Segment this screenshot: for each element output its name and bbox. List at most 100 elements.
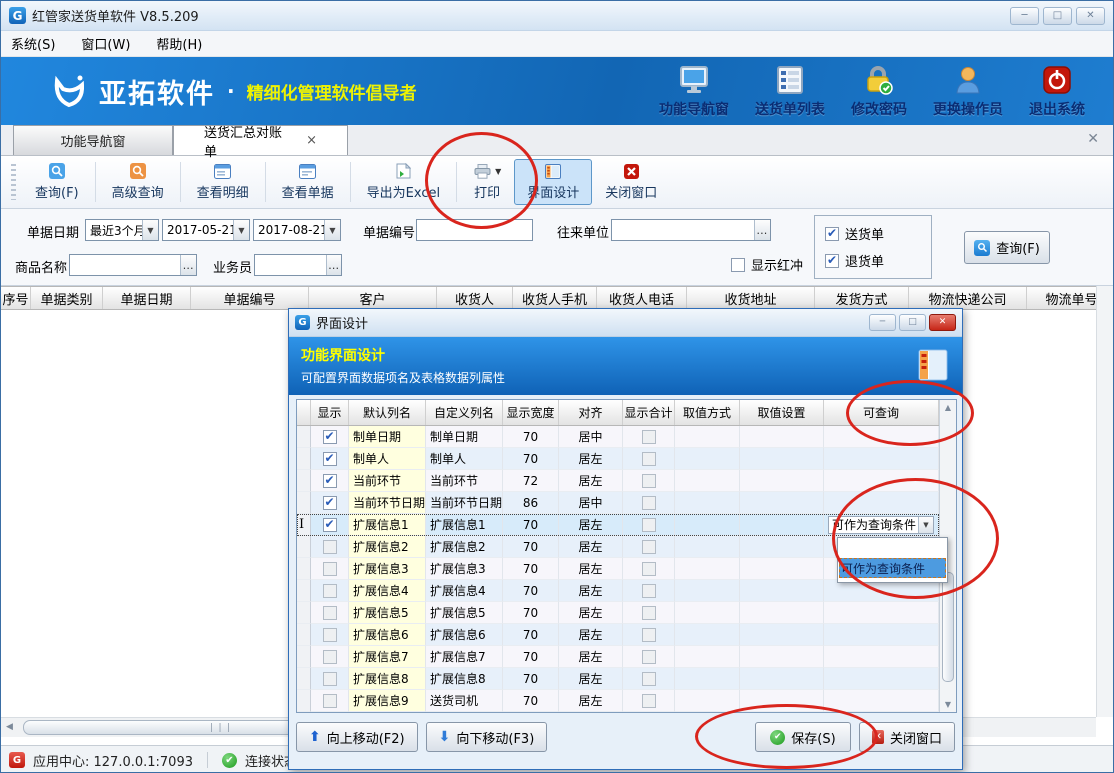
value-mode-cell[interactable] — [675, 646, 740, 668]
custom-name-cell[interactable]: 扩展信息8 — [426, 668, 503, 690]
main-column-header[interactable]: 物流单号 — [1027, 287, 1096, 309]
width-cell[interactable]: 70 — [503, 646, 559, 668]
visible-checkbox[interactable] — [323, 430, 337, 444]
menu-item[interactable]: 窗口(W) — [81, 34, 130, 53]
main-column-header[interactable]: 客户 — [309, 287, 437, 309]
queryable-cell[interactable] — [824, 624, 939, 646]
move-down-button[interactable]: ⬇ 向下移动(F3) — [426, 722, 548, 752]
value-setting-cell[interactable] — [740, 580, 824, 602]
maximize-button[interactable]: □ — [1043, 7, 1072, 25]
visible-checkbox[interactable] — [323, 650, 337, 664]
switch-operator-button[interactable]: 更换操作员 — [933, 64, 1003, 119]
visible-checkbox[interactable] — [323, 694, 337, 708]
tab-delivery-summary[interactable]: 送货汇总对账单 × — [173, 125, 348, 155]
chevron-down-icon[interactable]: ▼ — [324, 220, 340, 240]
scroll-up-icon[interactable]: ▲ — [940, 403, 956, 412]
width-cell[interactable]: 70 — [503, 668, 559, 690]
delivery-list-button[interactable]: 送货单列表 — [755, 64, 825, 119]
custom-name-cell[interactable]: 扩展信息4 — [426, 580, 503, 602]
custom-name-cell[interactable]: 扩展信息3 — [426, 558, 503, 580]
width-cell[interactable]: 86 — [503, 492, 559, 514]
product-input[interactable] — [70, 255, 180, 275]
show-total-checkbox[interactable] — [642, 540, 656, 554]
width-cell[interactable]: 70 — [503, 580, 559, 602]
align-cell[interactable]: 居中 — [559, 492, 623, 514]
queryable-cell[interactable]: 可作为查询条件▼ — [824, 514, 939, 536]
width-cell[interactable]: 70 — [503, 514, 559, 536]
query-button[interactable]: 查询(F) — [22, 159, 92, 205]
show-total-checkbox[interactable] — [642, 650, 656, 664]
custom-name-cell[interactable]: 当前环节日期 — [426, 492, 503, 514]
dialog-column-header[interactable]: 对齐 — [559, 400, 623, 425]
view-detail-button[interactable]: 查看明细 — [184, 159, 262, 205]
value-setting-cell[interactable] — [740, 624, 824, 646]
ellipsis-picker-icon[interactable]: … — [180, 255, 196, 275]
main-column-header[interactable]: 序号 — [1, 287, 31, 309]
chevron-down-icon[interactable]: ▼ — [918, 517, 933, 533]
visible-checkbox[interactable] — [323, 628, 337, 642]
visible-checkbox[interactable] — [323, 562, 337, 576]
main-column-header[interactable]: 物流快递公司 — [909, 287, 1027, 309]
dialog-grid-row[interactable]: 制单日期制单日期70居中 — [297, 426, 939, 448]
custom-name-cell[interactable]: 扩展信息5 — [426, 602, 503, 624]
interface-design-button[interactable]: 界面设计 — [514, 159, 592, 205]
advanced-query-button[interactable]: 高级查询 — [99, 159, 177, 205]
menu-item[interactable]: 系统(S) — [11, 34, 55, 53]
bill-no-input[interactable] — [417, 220, 532, 240]
value-mode-cell[interactable] — [675, 536, 740, 558]
visible-checkbox[interactable] — [323, 496, 337, 510]
show-total-checkbox[interactable] — [642, 584, 656, 598]
move-up-button[interactable]: ⬆ 向上移动(F2) — [296, 722, 418, 752]
tab-close-icon[interactable]: × — [306, 133, 317, 148]
align-cell[interactable]: 居左 — [559, 624, 623, 646]
align-cell[interactable]: 居左 — [559, 514, 623, 536]
dialog-grid-row[interactable]: 当前环节当前环节72居左 — [297, 470, 939, 492]
print-button[interactable]: ▼ 打印 — [460, 159, 514, 205]
close-window-button[interactable]: 关闭窗口 — [592, 159, 670, 205]
value-mode-cell[interactable] — [675, 602, 740, 624]
dialog-scrollbar-thumb[interactable] — [942, 572, 954, 682]
date-to-combo[interactable]: 2017-08-21▼ — [253, 219, 341, 241]
dialog-close-button[interactable]: ✕ — [929, 314, 956, 331]
queryable-cell[interactable] — [824, 580, 939, 602]
scroll-left-icon[interactable]: ◀ — [6, 722, 13, 732]
change-password-button[interactable]: 修改密码 — [851, 64, 907, 119]
print-dropdown-icon[interactable]: ▼ — [495, 167, 501, 176]
width-cell[interactable]: 70 — [503, 602, 559, 624]
menu-item[interactable]: 帮助(H) — [156, 34, 202, 53]
dialog-column-header[interactable]: 取值设置 — [740, 400, 824, 425]
value-mode-cell[interactable] — [675, 624, 740, 646]
value-mode-cell[interactable] — [675, 426, 740, 448]
queryable-cell[interactable] — [824, 690, 939, 712]
value-setting-cell[interactable] — [740, 558, 824, 580]
dialog-column-header[interactable]: 显示 — [311, 400, 349, 425]
dialog-grid-row[interactable]: 当前环节日期当前环节日期86居中 — [297, 492, 939, 514]
show-total-checkbox[interactable] — [642, 562, 656, 576]
show-total-checkbox[interactable] — [642, 474, 656, 488]
width-cell[interactable]: 70 — [503, 536, 559, 558]
main-column-header[interactable]: 单据编号 — [191, 287, 309, 309]
custom-name-cell[interactable]: 送货司机 — [426, 690, 503, 712]
delivery-type-row[interactable]: 送货单 — [825, 224, 921, 243]
date-range-combo[interactable]: 最近3个月▼ — [85, 219, 159, 241]
queryable-cell[interactable] — [824, 602, 939, 624]
show-total-checkbox[interactable] — [642, 628, 656, 642]
dialog-grid-row[interactable]: 扩展信息9送货司机70居左 — [297, 690, 939, 712]
main-column-header[interactable]: 收货人电话 — [597, 287, 687, 309]
value-setting-cell[interactable] — [740, 536, 824, 558]
show-total-checkbox[interactable] — [642, 452, 656, 466]
value-setting-cell[interactable] — [740, 668, 824, 690]
custom-name-cell[interactable]: 扩展信息7 — [426, 646, 503, 668]
show-total-checkbox[interactable] — [642, 496, 656, 510]
value-mode-cell[interactable] — [675, 580, 740, 602]
queryable-cell[interactable] — [824, 646, 939, 668]
show-total-checkbox[interactable] — [642, 672, 656, 686]
show-total-checkbox[interactable] — [642, 606, 656, 620]
return-type-checkbox[interactable] — [825, 254, 839, 268]
value-mode-cell[interactable] — [675, 668, 740, 690]
exit-system-button[interactable]: 退出系统 — [1029, 64, 1085, 119]
width-cell[interactable]: 72 — [503, 470, 559, 492]
custom-name-cell[interactable]: 扩展信息1 — [426, 514, 503, 536]
align-cell[interactable]: 居左 — [559, 558, 623, 580]
visible-checkbox[interactable] — [323, 452, 337, 466]
